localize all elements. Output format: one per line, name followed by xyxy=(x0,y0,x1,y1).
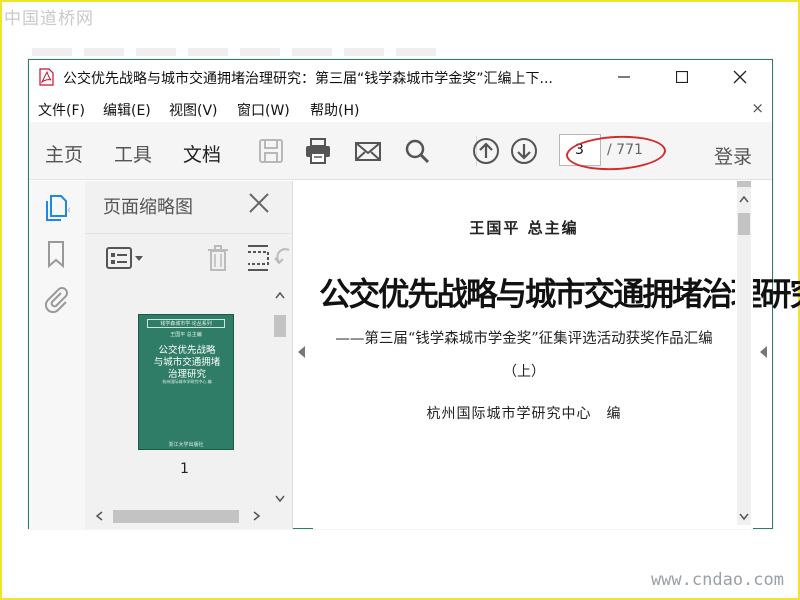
page-up-icon[interactable] xyxy=(471,136,501,166)
tab-tools[interactable]: 工具 xyxy=(114,140,152,167)
scroll-down-icon[interactable] xyxy=(739,513,749,521)
collapse-left-panel-icon[interactable] xyxy=(297,346,307,358)
thumbnail-page-label: 1 xyxy=(180,461,189,477)
scroll-left-icon[interactable] xyxy=(95,511,103,521)
minimize-icon xyxy=(618,76,630,78)
scroll-down-icon[interactable] xyxy=(275,495,285,503)
document-vertical-scrollbar[interactable] xyxy=(735,181,753,529)
scrollbar-thumb[interactable] xyxy=(113,510,239,523)
document-close-button[interactable]: × xyxy=(751,99,764,117)
menu-window[interactable]: 窗口(W) xyxy=(237,100,290,120)
maximize-icon xyxy=(676,71,688,83)
tab-home[interactable]: 主页 xyxy=(45,140,83,167)
close-icon xyxy=(733,70,747,84)
watermark-bottom-right: www.cndao.com xyxy=(650,570,784,590)
delete-icon[interactable] xyxy=(203,244,233,272)
pages-icon[interactable] xyxy=(42,193,70,223)
rotate-icon[interactable] xyxy=(273,244,293,272)
thumbnail-list: 钱学森城市学·论丛系列 王国平 总主编 公交优先战略 与城市交通拥堵 治理研究 … xyxy=(85,281,271,506)
scroll-right-icon[interactable] xyxy=(253,511,261,521)
scrollbar-track[interactable] xyxy=(737,185,751,525)
pdf-reader-window: 公交优先战略与城市交通拥堵治理研究：第三届“钱学森城市学金奖”汇编上下... 文… xyxy=(28,59,800,529)
thumbnails-horizontal-scrollbar[interactable] xyxy=(85,507,271,525)
print-icon[interactable] xyxy=(303,136,333,166)
menu-edit[interactable]: 编辑(E) xyxy=(103,100,151,120)
cover-title-line: 公交优先战略 xyxy=(158,345,216,356)
minimize-button[interactable] xyxy=(601,64,647,90)
options-menu-icon[interactable] xyxy=(105,244,145,272)
toolbar: 主页 工具 文档 3 / 771 登录 xyxy=(29,122,772,180)
document-volume: （上） xyxy=(503,364,545,380)
scroll-up-icon[interactable] xyxy=(739,195,749,203)
title-bar: 公交优先战略与城市交通拥堵治理研究：第三届“钱学森城市学金奖”汇编上下... xyxy=(29,60,772,94)
navigation-rail xyxy=(29,181,85,529)
search-icon[interactable] xyxy=(402,136,432,166)
window-title: 公交优先战略与城市交通拥堵治理研究：第三届“钱学森城市学金奖”汇编上下... xyxy=(63,71,553,87)
extract-page-icon[interactable] xyxy=(243,244,273,272)
thumbnails-vertical-scrollbar[interactable] xyxy=(271,285,287,507)
cover-title-line: 与城市交通拥堵 xyxy=(153,357,221,368)
cover-publisher: 杭州国际城市学研究中心 编 xyxy=(162,379,212,384)
close-button[interactable] xyxy=(717,64,763,90)
close-icon[interactable] xyxy=(247,191,271,215)
scrollbar-thumb[interactable] xyxy=(738,213,750,235)
faint-background-text xyxy=(32,48,442,56)
pdf-app-icon xyxy=(39,68,54,86)
maximize-button[interactable] xyxy=(659,64,705,90)
cover-press: 浙江大学出版社 xyxy=(168,442,204,448)
scrollbar-top-cap xyxy=(737,181,751,187)
scroll-up-icon[interactable] xyxy=(275,291,285,299)
watermark-top-left: 中国道桥网 xyxy=(4,9,94,29)
tab-document[interactable]: 文档 xyxy=(183,140,221,167)
mail-icon[interactable] xyxy=(353,136,383,166)
bookmark-icon[interactable] xyxy=(42,239,70,269)
document-subtitle: ——第三届“钱学森城市学金奖”征集评选活动获奖作品汇编 xyxy=(335,331,713,347)
cover-editor: 王国平 总主编 xyxy=(170,332,202,338)
attachment-icon[interactable] xyxy=(42,283,70,313)
save-icon[interactable] xyxy=(256,136,286,166)
cover-series-band: 钱学森城市学·论丛系列 xyxy=(147,319,225,328)
thumbnails-panel: 页面缩略图 钱学森城市学·论丛系列 王国平 总主编 公交优先战略 与城市交通拥堵… xyxy=(85,181,293,529)
menu-view[interactable]: 视图(V) xyxy=(169,100,218,120)
document-title: 公交优先战略与城市交通拥堵治理研究 xyxy=(319,275,800,313)
menu-bar: 文件(F) 编辑(E) 视图(V) 窗口(W) 帮助(H) × xyxy=(29,96,772,120)
scrollbar-thumb[interactable] xyxy=(274,315,286,337)
thumbnails-toolbar xyxy=(85,233,292,279)
thumbnails-title: 页面缩略图 xyxy=(103,197,193,218)
cover-title: 公交优先战略 与城市交通拥堵 治理研究 xyxy=(143,345,231,381)
document-organization: 杭州国际城市学研究中心 编 xyxy=(426,406,622,422)
collapse-right-panel-icon[interactable] xyxy=(759,346,769,358)
document-view: 王国平 总主编 公交优先战略与城市交通拥堵治理研究 ——第三届“钱学森城市学金奖… xyxy=(313,181,800,529)
page-down-icon[interactable] xyxy=(509,136,539,166)
menu-help[interactable]: 帮助(H) xyxy=(310,100,359,120)
document-editor: 王国平 总主编 xyxy=(469,219,579,237)
login-button[interactable]: 登录 xyxy=(714,142,752,169)
thumbnail-page-1[interactable]: 钱学森城市学·论丛系列 王国平 总主编 公交优先战略 与城市交通拥堵 治理研究 … xyxy=(138,314,234,450)
menu-file[interactable]: 文件(F) xyxy=(38,100,85,120)
